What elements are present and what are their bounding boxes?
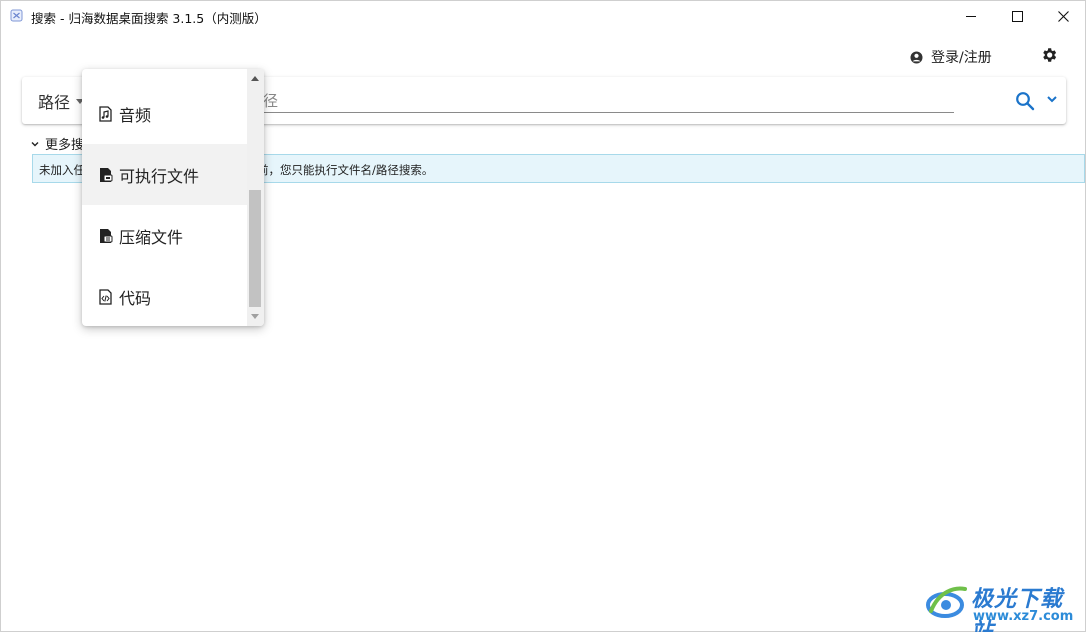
window-title: 搜索 - 归海数据桌面搜索 3.1.5（内测版）: [31, 11, 267, 26]
dropdown-item-label: 可执行文件: [119, 166, 200, 186]
audio-file-icon: [99, 105, 112, 122]
archive-file-icon: [100, 228, 113, 243]
minimize-button[interactable]: [948, 1, 994, 32]
watermark-logo-icon: [926, 586, 967, 618]
close-button[interactable]: [1040, 1, 1086, 32]
gear-icon[interactable]: [1040, 46, 1058, 64]
dropdown-item-executable[interactable]: 可执行文件: [82, 144, 247, 205]
search-icon[interactable]: [1015, 91, 1035, 111]
title-bar: 搜索 - 归海数据桌面搜索 3.1.5（内测版）: [1, 1, 1085, 32]
close-icon: [1057, 11, 1069, 22]
info-banner-text-start: 未加入任: [39, 163, 85, 177]
scroll-up-arrow-icon[interactable]: [251, 76, 259, 81]
login-register-label: 登录/注册: [931, 50, 992, 66]
dropdown-item-archive[interactable]: 压缩文件: [82, 205, 247, 266]
dropdown-item-audio[interactable]: 音频: [82, 83, 247, 144]
login-register-link[interactable]: 登录/注册: [910, 47, 992, 67]
dropdown-item-label: 压缩文件: [119, 227, 184, 247]
dropdown-item-label: 音频: [119, 105, 152, 125]
file-type-dropdown: 音频 可执行文件 压缩文件 代码: [82, 69, 264, 326]
scroll-down-arrow-icon[interactable]: [251, 314, 259, 319]
info-banner-text-end: 前，您只能执行文件名/路径搜索。: [257, 163, 434, 177]
search-scope-label: 路径: [38, 93, 71, 112]
watermark-brand: 极光下载站: [971, 587, 1064, 632]
more-search-options-label: 更多搜: [45, 138, 85, 153]
code-file-icon: [99, 288, 112, 305]
maximize-button[interactable]: [994, 1, 1040, 32]
more-search-options-toggle[interactable]: 更多搜: [31, 134, 84, 153]
watermark-url: www.xz7.com: [973, 609, 1074, 624]
site-watermark: 极光下载站 www.xz7.com: [925, 581, 1083, 632]
app-window: 搜索 - 归海数据桌面搜索 3.1.5（内测版） 登录/注册 路径 路径 更多搜…: [0, 0, 1086, 632]
executable-file-icon: [100, 167, 113, 182]
search-input[interactable]: [248, 89, 954, 113]
minimize-icon: [965, 16, 976, 17]
chevron-down-icon: [31, 141, 39, 146]
dropdown-item-code[interactable]: 代码: [82, 266, 247, 326]
maximize-icon: [1011, 11, 1023, 22]
user-circle-icon: [910, 51, 923, 63]
scrollbar-thumb[interactable]: [249, 190, 261, 307]
search-scope-dropdown[interactable]: 路径: [38, 89, 85, 113]
app-logo-icon: [10, 9, 23, 22]
chevron-down-icon[interactable]: [1045, 92, 1059, 106]
dropdown-item-label: 代码: [119, 288, 152, 308]
dropdown-scrollbar[interactable]: [247, 69, 264, 326]
